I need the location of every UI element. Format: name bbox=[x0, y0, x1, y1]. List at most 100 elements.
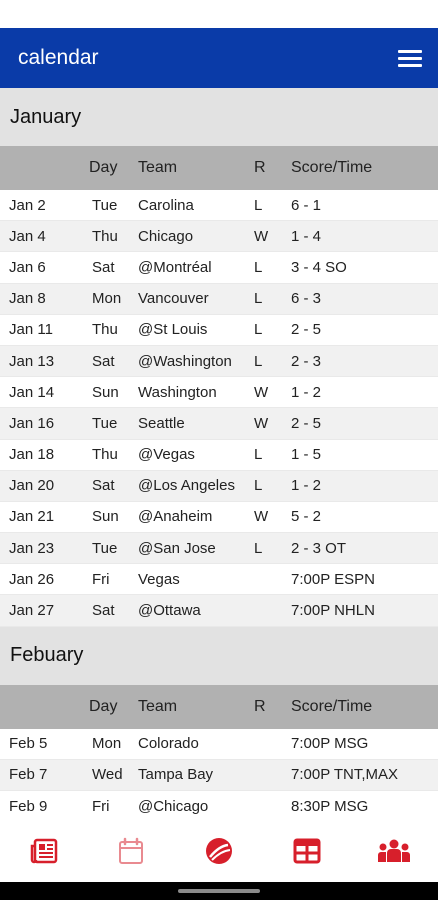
game-day: Tue bbox=[92, 539, 118, 557]
game-row[interactable]: Jan 13 Sat @Washington L 2 - 3 bbox=[0, 345, 438, 378]
game-date: Jan 13 bbox=[9, 352, 55, 370]
col-score: Score/Time bbox=[291, 159, 373, 176]
nav-roster[interactable] bbox=[372, 829, 416, 873]
game-date: Jan 16 bbox=[9, 414, 55, 432]
february-games: Feb 5 Mon Colorado 7:00P MSG Feb 7 Wed Tampa B… bbox=[0, 729, 438, 820]
game-row[interactable]: Jan 6 Sat @Montréal L 3 - 4 SO bbox=[0, 252, 438, 284]
col-result: R bbox=[254, 697, 266, 715]
game-row[interactable]: Jan 21 Sun @Anaheim W 5 - 2 bbox=[0, 502, 438, 534]
home-gesture-handle[interactable] bbox=[178, 889, 260, 893]
bottom-nav bbox=[0, 820, 438, 882]
game-row[interactable]: Jan 23 Tue @San Jose L 2 - 3 OT bbox=[0, 533, 438, 565]
col-result: R bbox=[254, 159, 266, 176]
game-opponent: @Vegas bbox=[138, 446, 195, 464]
game-score: 5 - 2 bbox=[291, 508, 322, 526]
game-result: W bbox=[254, 227, 269, 245]
game-opponent: Carolina bbox=[138, 196, 194, 214]
app-title: calendar bbox=[18, 46, 99, 69]
game-row[interactable]: Jan 14 Sun Washington W 1 - 2 bbox=[0, 377, 438, 409]
game-result: L bbox=[254, 196, 263, 214]
game-score: 1 - 2 bbox=[291, 383, 322, 401]
game-date: Jan 6 bbox=[9, 258, 46, 276]
game-date: Jan 21 bbox=[9, 508, 55, 526]
game-day: Thu bbox=[92, 446, 118, 464]
nav-calendar[interactable] bbox=[109, 829, 153, 873]
game-day: Thu bbox=[92, 321, 118, 339]
system-gesture-bar bbox=[0, 882, 438, 900]
game-opponent: @Chicago bbox=[138, 797, 209, 815]
col-day: Day bbox=[89, 159, 118, 176]
game-row[interactable]: Jan 18 Thu @Vegas L 1 - 5 bbox=[0, 440, 438, 471]
game-opponent: Vegas bbox=[138, 570, 180, 588]
game-row[interactable]: Feb 5 Mon Colorado 7:00P MSG bbox=[0, 729, 438, 760]
game-result: W bbox=[254, 508, 269, 526]
column-header: Day Team R Score/Time bbox=[0, 684, 438, 729]
game-date: Feb 5 bbox=[9, 735, 48, 753]
game-date: Jan 26 bbox=[9, 570, 55, 588]
nav-game[interactable] bbox=[197, 829, 241, 873]
hockey-puck-icon bbox=[205, 838, 232, 864]
game-date: Jan 18 bbox=[9, 446, 55, 464]
game-opponent: Colorado bbox=[138, 735, 199, 753]
game-opponent: Chicago bbox=[138, 227, 194, 245]
game-result: W bbox=[254, 414, 269, 432]
month-header-january: January bbox=[0, 88, 438, 146]
game-result: L bbox=[254, 477, 263, 495]
game-date: Jan 2 bbox=[9, 196, 46, 214]
game-day: Thu bbox=[92, 227, 118, 245]
hamburger-menu-icon[interactable] bbox=[396, 46, 424, 70]
game-day: Sun bbox=[92, 508, 119, 526]
month-header-february: Febuary bbox=[0, 626, 438, 685]
game-day: Fri bbox=[92, 570, 110, 588]
game-day: Tue bbox=[92, 414, 118, 432]
newspaper-icon bbox=[30, 838, 58, 864]
game-opponent: @Anaheim bbox=[138, 508, 213, 526]
game-row[interactable]: Jan 27 Sat @Ottawa 7:00P NHLN bbox=[0, 595, 438, 627]
game-score: 6 - 1 bbox=[291, 196, 322, 214]
game-row[interactable]: Jan 2 Tue Carolina L 6 - 1 bbox=[0, 190, 438, 222]
game-score: 2 - 5 bbox=[291, 414, 322, 432]
game-opponent: Vancouver bbox=[138, 290, 209, 308]
game-opponent: @Montréal bbox=[138, 258, 212, 276]
game-date: Feb 9 bbox=[9, 797, 48, 815]
game-day: Sat bbox=[92, 352, 115, 370]
game-score: 6 - 3 bbox=[291, 290, 322, 308]
game-row[interactable]: Feb 9 Fri @Chicago 8:30P MSG bbox=[0, 791, 438, 820]
app-bar: calendar bbox=[0, 28, 438, 88]
january-games: Jan 2 Tue Carolina L 6 - 1 Jan 4 Thu Chicago W 1 … bbox=[0, 190, 438, 627]
game-row[interactable]: Jan 26 Fri Vegas 7:00P ESPN bbox=[0, 564, 438, 596]
game-day: Sat bbox=[92, 258, 115, 276]
game-opponent: @Washington bbox=[138, 352, 232, 370]
col-team: Team bbox=[138, 159, 178, 176]
standings-table-icon bbox=[293, 838, 321, 864]
game-row[interactable]: Jan 8 Mon Vancouver L 6 - 3 bbox=[0, 283, 438, 315]
game-opponent: Seattle bbox=[138, 414, 185, 432]
game-row[interactable]: Jan 16 Tue Seattle W 2 - 5 bbox=[0, 408, 438, 440]
nav-news[interactable] bbox=[22, 829, 66, 873]
game-score: 7:00P NHLN bbox=[291, 602, 375, 620]
status-bar bbox=[0, 0, 438, 28]
game-score: 3 - 4 SO bbox=[291, 258, 347, 276]
column-header: Day Team R Score/Time bbox=[0, 146, 438, 190]
game-opponent: Washington bbox=[138, 383, 217, 401]
game-date: Jan 11 bbox=[9, 321, 53, 339]
calendar-icon bbox=[119, 837, 144, 864]
game-day: Mon bbox=[92, 735, 122, 753]
col-day: Day bbox=[89, 697, 118, 715]
game-score: 7:00P ESPN bbox=[291, 570, 375, 588]
game-score: 2 - 3 bbox=[291, 352, 322, 370]
col-score: Score/Time bbox=[291, 697, 373, 715]
game-score: 1 - 4 bbox=[291, 227, 322, 245]
game-row[interactable]: Jan 11 Thu @St Louis L 2 - 5 bbox=[0, 315, 438, 346]
game-result: L bbox=[254, 290, 263, 308]
game-row[interactable]: Jan 20 Sat @Los Angeles L 1 - 2 bbox=[0, 470, 438, 502]
game-row[interactable]: Jan 4 Thu Chicago W 1 - 4 bbox=[0, 221, 438, 253]
nav-standings[interactable] bbox=[285, 829, 329, 873]
game-day: Sun bbox=[92, 383, 119, 401]
team-roster-icon bbox=[378, 839, 411, 862]
game-result: L bbox=[254, 321, 263, 339]
game-score: 2 - 3 OT bbox=[291, 539, 347, 557]
game-row[interactable]: Feb 7 Wed Tampa Bay 7:00P TNT,MAX bbox=[0, 759, 438, 791]
game-opponent: @Ottawa bbox=[138, 602, 201, 620]
schedule-list[interactable]: January Day Team R Score/Time Jan 2 Tue Ca… bbox=[0, 88, 438, 820]
